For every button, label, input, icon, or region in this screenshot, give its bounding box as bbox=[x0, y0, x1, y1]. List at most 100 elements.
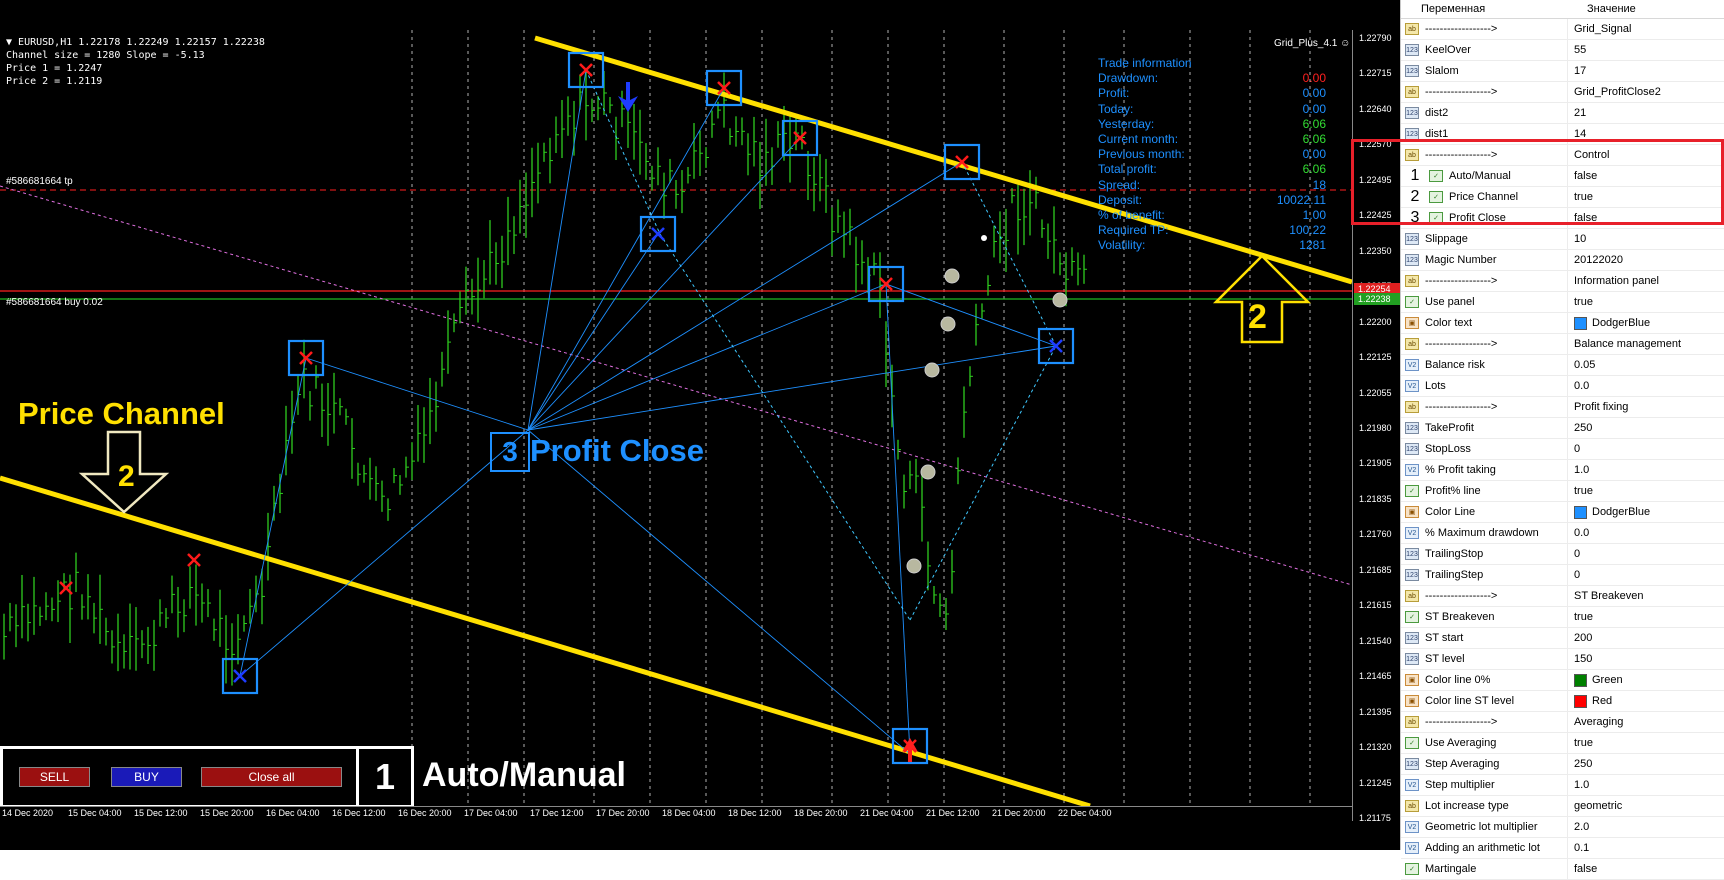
input-row[interactable]: ab ------------------> Balance management bbox=[1401, 334, 1724, 355]
input-value-cell[interactable]: DodgerBlue bbox=[1567, 313, 1650, 333]
header-variable[interactable]: Переменная bbox=[1401, 0, 1567, 18]
close-all-button[interactable]: Close all bbox=[201, 767, 342, 787]
input-row[interactable]: ▣ Color Line DodgerBlue bbox=[1401, 502, 1724, 523]
time-tick-label: 15 Dec 12:00 bbox=[134, 808, 188, 818]
input-row[interactable]: ✓ Use Averaging true bbox=[1401, 733, 1724, 754]
time-tick-label: 16 Dec 04:00 bbox=[266, 808, 320, 818]
input-name-cell: V2 Step multiplier bbox=[1401, 779, 1567, 791]
input-value-cell[interactable]: 200 bbox=[1567, 628, 1592, 648]
input-row[interactable]: ✓ Profit% line true bbox=[1401, 481, 1724, 502]
input-name: Step Averaging bbox=[1425, 758, 1500, 770]
input-row[interactable]: V2 % Maximum drawdown 0.0 bbox=[1401, 523, 1724, 544]
input-value-cell[interactable]: Green bbox=[1567, 670, 1623, 690]
input-row[interactable]: 123 ST start 200 bbox=[1401, 628, 1724, 649]
input-row[interactable]: 123 KeelOver 55 bbox=[1401, 40, 1724, 61]
input-value-cell[interactable]: Balance management bbox=[1567, 334, 1681, 354]
input-value-cell[interactable]: 0 bbox=[1567, 439, 1580, 459]
input-value-cell[interactable]: 0.05 bbox=[1567, 355, 1595, 375]
time-axis[interactable]: 14 Dec 2020 15 Dec 04:00 15 Dec 12:00 15 De… bbox=[0, 806, 1352, 821]
input-value-cell[interactable]: ST Breakeven bbox=[1567, 586, 1644, 606]
input-row[interactable]: ab ------------------> Grid_ProfitClose2 bbox=[1401, 82, 1724, 103]
input-row[interactable]: ab ------------------> Control bbox=[1401, 145, 1724, 166]
input-value-cell[interactable]: true bbox=[1567, 733, 1593, 753]
input-value-cell[interactable]: 21 bbox=[1567, 103, 1586, 123]
input-row[interactable]: 123 ST level 150 bbox=[1401, 649, 1724, 670]
input-row[interactable]: 123 TakeProfit 250 bbox=[1401, 418, 1724, 439]
input-value-cell[interactable]: 0 bbox=[1567, 544, 1580, 564]
input-value-cell[interactable]: true bbox=[1567, 292, 1593, 312]
input-row[interactable]: ab ------------------> Grid_Signal bbox=[1401, 19, 1724, 40]
input-value-cell[interactable]: geometric bbox=[1567, 796, 1622, 816]
input-value-cell[interactable]: 0.0 bbox=[1567, 376, 1589, 396]
input-value-cell[interactable]: 250 bbox=[1567, 754, 1592, 774]
input-value-cell[interactable]: true bbox=[1567, 607, 1593, 627]
input-value-cell[interactable]: 14 bbox=[1567, 124, 1586, 144]
input-row[interactable]: ▣ Color line ST level Red bbox=[1401, 691, 1724, 712]
input-row[interactable]: 123 Slippage 10 bbox=[1401, 229, 1724, 250]
input-value-cell[interactable]: 0.1 bbox=[1567, 838, 1589, 858]
input-row[interactable]: ✓ ST Breakeven true bbox=[1401, 607, 1724, 628]
input-name: Auto/Manual bbox=[1449, 170, 1511, 182]
input-row[interactable]: V2 Balance risk 0.05 bbox=[1401, 355, 1724, 376]
input-row[interactable]: 123 dist1 14 bbox=[1401, 124, 1724, 145]
sell-button[interactable]: SELL bbox=[19, 767, 90, 787]
input-row[interactable]: ab Lot increase type geometric bbox=[1401, 796, 1724, 817]
input-value-cell[interactable]: Profit fixing bbox=[1567, 397, 1628, 417]
input-value-cell[interactable]: Grid_Signal bbox=[1567, 19, 1631, 39]
input-row[interactable]: 3 ✓ Profit Close false bbox=[1401, 208, 1724, 229]
trade-info-value: 100.22 bbox=[1289, 223, 1326, 238]
input-value-cell[interactable]: 55 bbox=[1567, 40, 1586, 60]
input-value-cell[interactable]: 2.0 bbox=[1567, 817, 1589, 837]
input-row[interactable]: ✓ Use panel true bbox=[1401, 292, 1724, 313]
input-value-cell[interactable]: 250 bbox=[1567, 418, 1592, 438]
chart-menu-icon[interactable]: ▼ bbox=[6, 37, 18, 48]
input-value-cell[interactable]: true bbox=[1567, 187, 1593, 207]
input-value-cell[interactable]: 0.0 bbox=[1567, 523, 1589, 543]
input-value-cell[interactable]: Averaging bbox=[1567, 712, 1623, 732]
input-value-cell[interactable]: 1.0 bbox=[1567, 775, 1589, 795]
input-row[interactable]: V2 Step multiplier 1.0 bbox=[1401, 775, 1724, 796]
buy-button[interactable]: BUY bbox=[111, 767, 182, 787]
input-row[interactable]: ab ------------------> ST Breakeven bbox=[1401, 586, 1724, 607]
input-row[interactable]: ab ------------------> Information panel bbox=[1401, 271, 1724, 292]
price-chart[interactable]: ▼ EURUSD,H1 1.22178 1.22249 1.22157 1.22… bbox=[0, 0, 1401, 850]
input-row[interactable]: ▣ Color text DodgerBlue bbox=[1401, 313, 1724, 334]
price-axis[interactable]: 1.22790 1.22715 1.22640 1.22570 1.22495 1.224… bbox=[1352, 30, 1401, 823]
input-value-cell[interactable]: 0 bbox=[1567, 565, 1580, 585]
input-value-cell[interactable]: false bbox=[1567, 208, 1597, 228]
input-value-cell[interactable]: Red bbox=[1567, 691, 1612, 711]
header-value[interactable]: Значение bbox=[1567, 0, 1636, 18]
input-value-cell[interactable]: false bbox=[1567, 859, 1597, 879]
input-value-cell[interactable]: 1.0 bbox=[1567, 460, 1589, 480]
input-row[interactable]: V2 % Profit taking 1.0 bbox=[1401, 460, 1724, 481]
input-row[interactable]: 123 Step Averaging 250 bbox=[1401, 754, 1724, 775]
input-value-cell[interactable]: Control bbox=[1567, 145, 1609, 165]
input-value-cell[interactable]: false bbox=[1567, 166, 1597, 186]
input-row[interactable]: ab ------------------> Profit fixing bbox=[1401, 397, 1724, 418]
input-value-cell[interactable]: 10 bbox=[1567, 229, 1586, 249]
input-row[interactable]: V2 Adding an arithmetic lot 0.1 bbox=[1401, 838, 1724, 859]
input-row[interactable]: V2 Lots 0.0 bbox=[1401, 376, 1724, 397]
input-row[interactable]: V2 Geometric lot multiplier 2.0 bbox=[1401, 817, 1724, 838]
input-row[interactable]: 123 StopLoss 0 bbox=[1401, 439, 1724, 460]
input-value-cell[interactable]: 150 bbox=[1567, 649, 1592, 669]
input-row[interactable]: 123 TrailingStep 0 bbox=[1401, 565, 1724, 586]
input-row[interactable]: ab ------------------> Averaging bbox=[1401, 712, 1724, 733]
input-value-cell[interactable]: true bbox=[1567, 481, 1593, 501]
input-row[interactable]: ✓ Martingale false bbox=[1401, 859, 1724, 880]
input-value-cell[interactable]: 17 bbox=[1567, 61, 1586, 81]
input-value: DodgerBlue bbox=[1592, 506, 1651, 518]
input-value-cell[interactable]: Information panel bbox=[1567, 271, 1659, 291]
input-value-cell[interactable]: Grid_ProfitClose2 bbox=[1567, 82, 1661, 102]
input-row[interactable]: 123 dist2 21 bbox=[1401, 103, 1724, 124]
input-row[interactable]: 123 TrailingStop 0 bbox=[1401, 544, 1724, 565]
input-value-cell[interactable]: DodgerBlue bbox=[1567, 502, 1650, 522]
input-row[interactable]: 123 Slalom 17 bbox=[1401, 61, 1724, 82]
input-value-cell[interactable]: 20122020 bbox=[1567, 250, 1623, 270]
input-value: 14 bbox=[1574, 128, 1587, 140]
trade-info-label: Profit: bbox=[1098, 86, 1130, 101]
input-row[interactable]: 123 Magic Number 20122020 bbox=[1401, 250, 1724, 271]
input-row[interactable]: 1 ✓ Auto/Manual false bbox=[1401, 166, 1724, 187]
input-row[interactable]: ▣ Color line 0% Green bbox=[1401, 670, 1724, 691]
input-row[interactable]: 2 ✓ Price Channel true bbox=[1401, 187, 1724, 208]
